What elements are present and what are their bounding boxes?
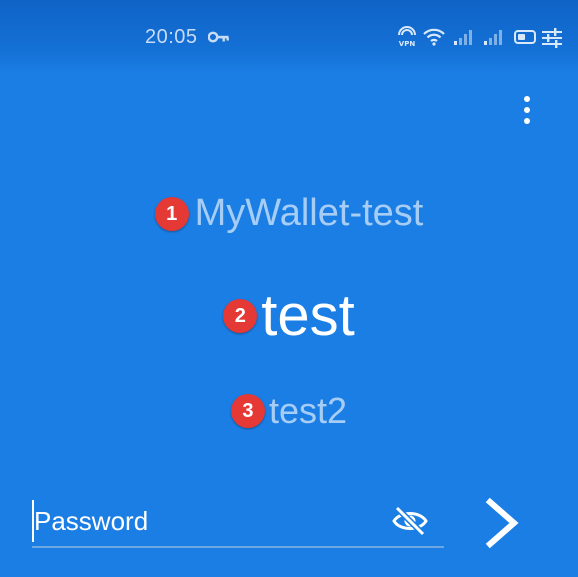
wallet-unlock-screen: 20:05 VPN 1 MyWallet-test 2 test 3 test2 bbox=[0, 0, 578, 577]
wallet-item-2[interactable]: 2 test bbox=[0, 282, 578, 349]
wallet-name: test2 bbox=[268, 390, 348, 431]
password-input[interactable] bbox=[32, 500, 384, 542]
password-field bbox=[32, 500, 444, 548]
signal-icon bbox=[484, 30, 502, 45]
key-icon bbox=[208, 31, 229, 43]
annotation-marker: 3 bbox=[230, 394, 265, 428]
battery-icon bbox=[514, 30, 536, 44]
wifi-icon bbox=[423, 28, 445, 46]
wallet-item-1[interactable]: 1 MyWallet-test bbox=[0, 192, 578, 235]
svg-text:VPN: VPN bbox=[399, 40, 416, 48]
wallet-item-3[interactable]: 3 test2 bbox=[0, 390, 578, 432]
more-vert-icon[interactable] bbox=[512, 90, 542, 130]
signal-icon bbox=[454, 30, 472, 45]
status-time: 20:05 bbox=[145, 26, 198, 48]
annotation-marker: 2 bbox=[223, 298, 258, 333]
wallet-name: MyWallet-test bbox=[194, 192, 424, 234]
status-bar: 20:05 VPN bbox=[0, 0, 578, 74]
annotation-marker: 1 bbox=[154, 196, 189, 231]
visibility-off-icon[interactable] bbox=[390, 502, 430, 540]
wallet-name: test bbox=[261, 283, 355, 348]
tune-icon bbox=[542, 28, 562, 48]
next-arrow-button[interactable] bbox=[476, 496, 528, 550]
vpn-icon: VPN bbox=[398, 26, 416, 48]
